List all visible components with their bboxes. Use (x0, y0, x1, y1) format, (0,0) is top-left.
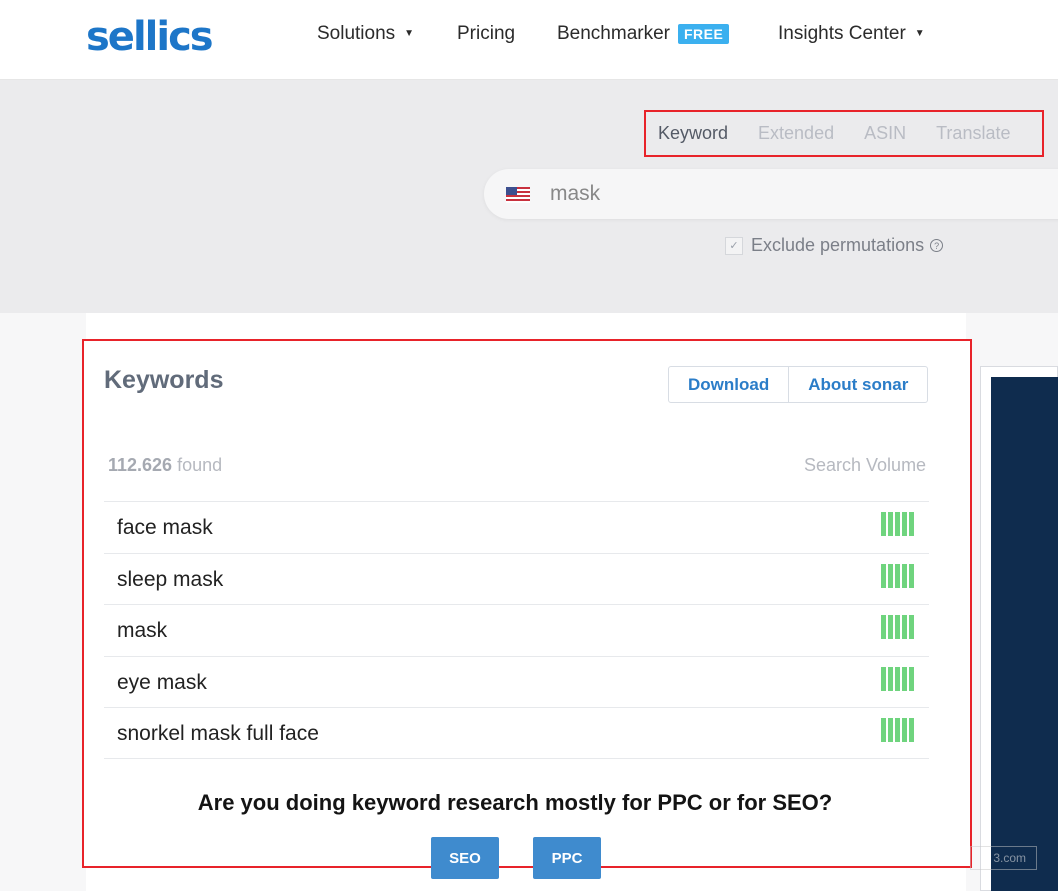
us-flag-icon[interactable] (506, 187, 530, 203)
keyword-row[interactable]: snorkel mask full face (104, 707, 929, 759)
research-question: Are you doing keyword research mostly fo… (197, 790, 833, 815)
top-header: sellics Solutions ▼ Pricing Benchmarker … (0, 0, 1058, 80)
results-count-number: 112.626 (108, 455, 173, 475)
caret-down-icon: ▼ (404, 27, 415, 39)
search-volume-bars (881, 563, 914, 588)
exclude-permutations-option[interactable]: ✓ Exclude permutations ? (725, 235, 944, 256)
keyword-row[interactable]: face mask (104, 501, 929, 553)
tab-translate[interactable]: Translate (936, 123, 1010, 144)
search-volume-bars (881, 512, 914, 536)
search-volume-bars (881, 666, 914, 691)
tab-asin[interactable]: ASIN (864, 123, 906, 144)
tab-extended[interactable]: Extended (758, 123, 834, 144)
keyword-text: mask (117, 619, 168, 642)
ppc-button[interactable]: PPC (533, 837, 601, 879)
tab-keyword[interactable]: Keyword (658, 123, 728, 144)
search-input[interactable] (550, 179, 1050, 209)
nav-pricing-label: Pricing (457, 23, 516, 44)
keyword-text: snorkel mask full face (117, 722, 319, 745)
keyword-list: face mask sleep mask mask eye mask snork… (104, 501, 929, 759)
search-volume-bars (881, 615, 914, 639)
sellics-logo[interactable]: sellics (86, 14, 214, 60)
nav-solutions[interactable]: Solutions ▼ (317, 23, 414, 45)
keyword-row[interactable]: eye mask (104, 655, 929, 708)
results-count-suffix: found (177, 455, 223, 475)
free-badge: FREE (678, 24, 730, 44)
exclude-permutations-label: Exclude permutations (751, 235, 925, 255)
help-icon[interactable]: ? (930, 239, 944, 252)
nav-insights-center[interactable]: Insights Center ▼ (778, 23, 925, 45)
search-volume-header: Search Volume (804, 455, 927, 475)
nav-insights-label: Insights Center (778, 23, 906, 44)
keyword-text: eye mask (117, 670, 207, 694)
nav-benchmarker-label: Benchmarker (557, 23, 670, 44)
search-box (484, 169, 1058, 219)
download-button[interactable]: Download (669, 367, 788, 402)
nav-benchmarker[interactable]: Benchmarker FREE (557, 23, 730, 45)
keyword-text: sleep mask (117, 567, 224, 591)
search-volume-bars (881, 718, 914, 742)
results-count: 112.626 found (108, 455, 222, 476)
watermark: 3.com (970, 846, 1037, 870)
nav-solutions-label: Solutions (317, 23, 396, 44)
ad-panel[interactable] (991, 377, 1058, 891)
keyword-text: face mask (117, 516, 213, 539)
seo-button[interactable]: SEO (431, 837, 499, 879)
keywords-actions: Download About sonar (668, 366, 929, 403)
keywords-title: Keywords (104, 366, 224, 394)
keyword-row[interactable]: mask (104, 604, 929, 656)
nav-pricing[interactable]: Pricing (457, 23, 515, 45)
caret-down-icon: ▼ (914, 27, 925, 39)
exclude-permutations-checkbox[interactable]: ✓ (725, 236, 743, 255)
about-sonar-button[interactable]: About sonar (788, 367, 927, 402)
search-mode-tabs: Keyword Extended ASIN Translate (644, 110, 1044, 157)
keyword-row[interactable]: sleep mask (104, 552, 929, 605)
